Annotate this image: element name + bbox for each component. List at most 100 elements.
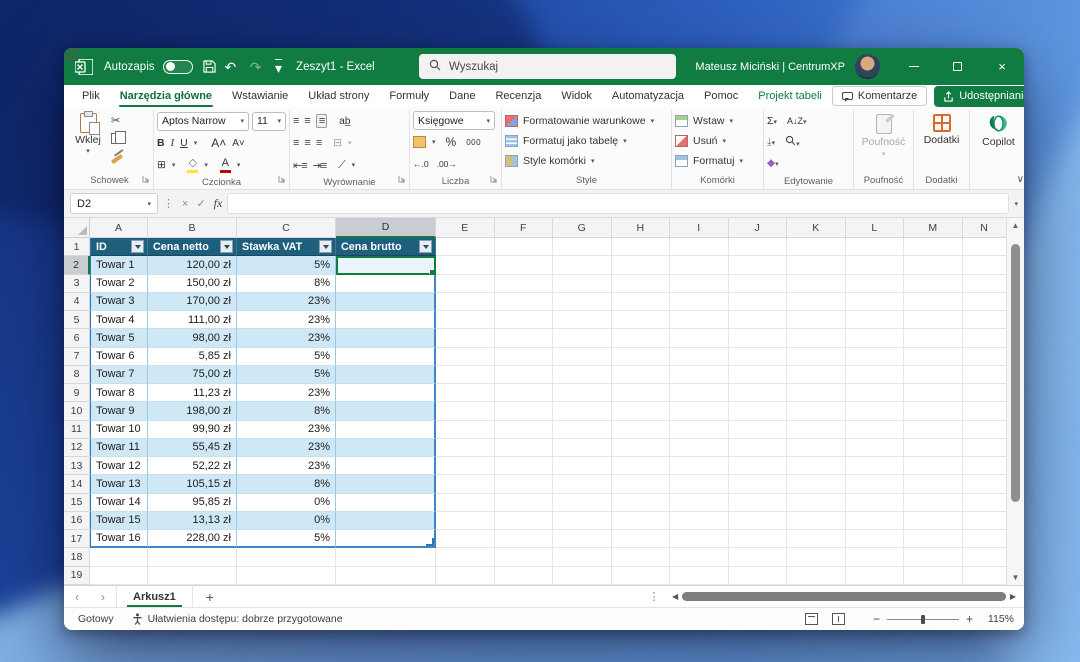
- col-header-J[interactable]: J: [729, 218, 788, 238]
- cell-C13[interactable]: 23%: [237, 457, 336, 475]
- cell-L15[interactable]: [846, 494, 905, 512]
- cell-M9[interactable]: [904, 384, 963, 402]
- cell-J15[interactable]: [729, 494, 788, 512]
- cell-H5[interactable]: [612, 311, 671, 329]
- ribbon-tab-plik[interactable]: Plik: [72, 85, 110, 107]
- cell-C18[interactable]: [237, 548, 336, 566]
- cell-I4[interactable]: [670, 293, 729, 311]
- align-bottom-icon[interactable]: ≡: [316, 114, 327, 128]
- decrease-decimal-button[interactable]: .00→: [437, 159, 457, 169]
- cell-L4[interactable]: [846, 293, 905, 311]
- cell-F19[interactable]: [495, 567, 554, 585]
- cell-J10[interactable]: [729, 402, 788, 420]
- cell-D6[interactable]: [336, 329, 436, 347]
- cell-G2[interactable]: [553, 256, 612, 274]
- cell-B12[interactable]: 55,45 zł: [148, 439, 237, 457]
- cell-D9[interactable]: [336, 384, 436, 402]
- cell-A9[interactable]: Towar 8: [90, 384, 148, 402]
- cell-H10[interactable]: [612, 402, 671, 420]
- underline-button[interactable]: U: [180, 137, 188, 149]
- cell-E11[interactable]: [436, 421, 495, 439]
- cell-J2[interactable]: [729, 256, 788, 274]
- cell-H13[interactable]: [612, 457, 671, 475]
- cell-E1[interactable]: [436, 238, 495, 256]
- cell-J9[interactable]: [729, 384, 788, 402]
- cell-F12[interactable]: [495, 439, 554, 457]
- ribbon-tab-dane[interactable]: Dane: [439, 85, 485, 107]
- cell-I3[interactable]: [670, 275, 729, 293]
- row-header-10[interactable]: 10: [64, 402, 90, 420]
- percent-style-button[interactable]: %: [446, 135, 457, 149]
- cell-A17[interactable]: Towar 16: [90, 530, 148, 548]
- copy-button[interactable]: ▾: [111, 131, 126, 146]
- col-header-F[interactable]: F: [495, 218, 554, 238]
- cell-J16[interactable]: [729, 512, 788, 530]
- ribbon-tab-automatyzacja[interactable]: Automatyzacja: [602, 85, 694, 107]
- cell-I6[interactable]: [670, 329, 729, 347]
- cell-J5[interactable]: [729, 311, 788, 329]
- cell-D19[interactable]: [336, 567, 436, 585]
- cell-H3[interactable]: [612, 275, 671, 293]
- autosum-button[interactable]: Σ▾: [767, 115, 777, 127]
- filter-dropdown-icon[interactable]: [220, 240, 233, 253]
- cell-B8[interactable]: 75,00 zł: [148, 366, 237, 384]
- addins-button[interactable]: Dodatki: [919, 111, 965, 146]
- maximize-button[interactable]: [936, 48, 980, 85]
- cell-N3[interactable]: [963, 275, 1007, 293]
- cell-F5[interactable]: [495, 311, 554, 329]
- minimize-button[interactable]: [892, 48, 936, 85]
- cell-J19[interactable]: [729, 567, 788, 585]
- cell-N7[interactable]: [963, 348, 1007, 366]
- align-left-icon[interactable]: ≡: [293, 137, 298, 149]
- cell-N12[interactable]: [963, 439, 1007, 457]
- account-name[interactable]: Mateusz Miciński | CentrumXP: [695, 61, 845, 73]
- cell-K8[interactable]: [787, 366, 846, 384]
- prev-sheet-icon[interactable]: ‹: [64, 586, 90, 607]
- cell-G13[interactable]: [553, 457, 612, 475]
- cell-L14[interactable]: [846, 475, 905, 493]
- cell-N4[interactable]: [963, 293, 1007, 311]
- row-header-13[interactable]: 13: [64, 457, 90, 475]
- cell-E12[interactable]: [436, 439, 495, 457]
- scroll-left-icon[interactable]: ◀: [672, 592, 678, 601]
- cell-B11[interactable]: 99,90 zł: [148, 421, 237, 439]
- cell-H1[interactable]: [612, 238, 671, 256]
- cell-D8[interactable]: [336, 366, 436, 384]
- redo-button[interactable]: ↷▾: [250, 60, 266, 74]
- cell-N9[interactable]: [963, 384, 1007, 402]
- ribbon-tab-projekt-tabeli[interactable]: Projekt tabeli: [748, 85, 832, 107]
- cell-C3[interactable]: 8%: [237, 275, 336, 293]
- decrease-font-button[interactable]: A˅: [232, 138, 245, 149]
- cell-H2[interactable]: [612, 256, 671, 274]
- bold-button[interactable]: B: [157, 137, 165, 149]
- cell-C8[interactable]: 5%: [237, 366, 336, 384]
- cell-A11[interactable]: Towar 10: [90, 421, 148, 439]
- cell-N13[interactable]: [963, 457, 1007, 475]
- align-middle-icon[interactable]: ≡: [304, 115, 309, 127]
- cell-L17[interactable]: [846, 530, 905, 548]
- cell-D18[interactable]: [336, 548, 436, 566]
- ribbon-tab-widok[interactable]: Widok: [551, 85, 602, 107]
- accessibility-status[interactable]: Ułatwienia dostępu: dobrze przygotowane: [132, 613, 343, 625]
- orientation-icon[interactable]: ⟋: [338, 159, 345, 172]
- cell-A18[interactable]: [90, 548, 148, 566]
- cell-M15[interactable]: [904, 494, 963, 512]
- row-header-1[interactable]: 1: [64, 238, 90, 256]
- cell-G15[interactable]: [553, 494, 612, 512]
- cell-H16[interactable]: [612, 512, 671, 530]
- cell-B9[interactable]: 11,23 zł: [148, 384, 237, 402]
- col-header-E[interactable]: E: [436, 218, 495, 238]
- cell-G18[interactable]: [553, 548, 612, 566]
- number-format-select[interactable]: Księgowe▾: [413, 111, 495, 130]
- cell-I17[interactable]: [670, 530, 729, 548]
- cell-L6[interactable]: [846, 329, 905, 347]
- cell-I16[interactable]: [670, 512, 729, 530]
- scroll-right-icon[interactable]: ▶: [1010, 592, 1016, 601]
- increase-decimal-button[interactable]: ←.0: [413, 159, 429, 169]
- row-header-4[interactable]: 4: [64, 293, 90, 311]
- cell-A14[interactable]: Towar 13: [90, 475, 148, 493]
- cell-L16[interactable]: [846, 512, 905, 530]
- cell-E8[interactable]: [436, 366, 495, 384]
- undo-button[interactable]: ↶▾: [225, 60, 241, 74]
- cell-B10[interactable]: 198,00 zł: [148, 402, 237, 420]
